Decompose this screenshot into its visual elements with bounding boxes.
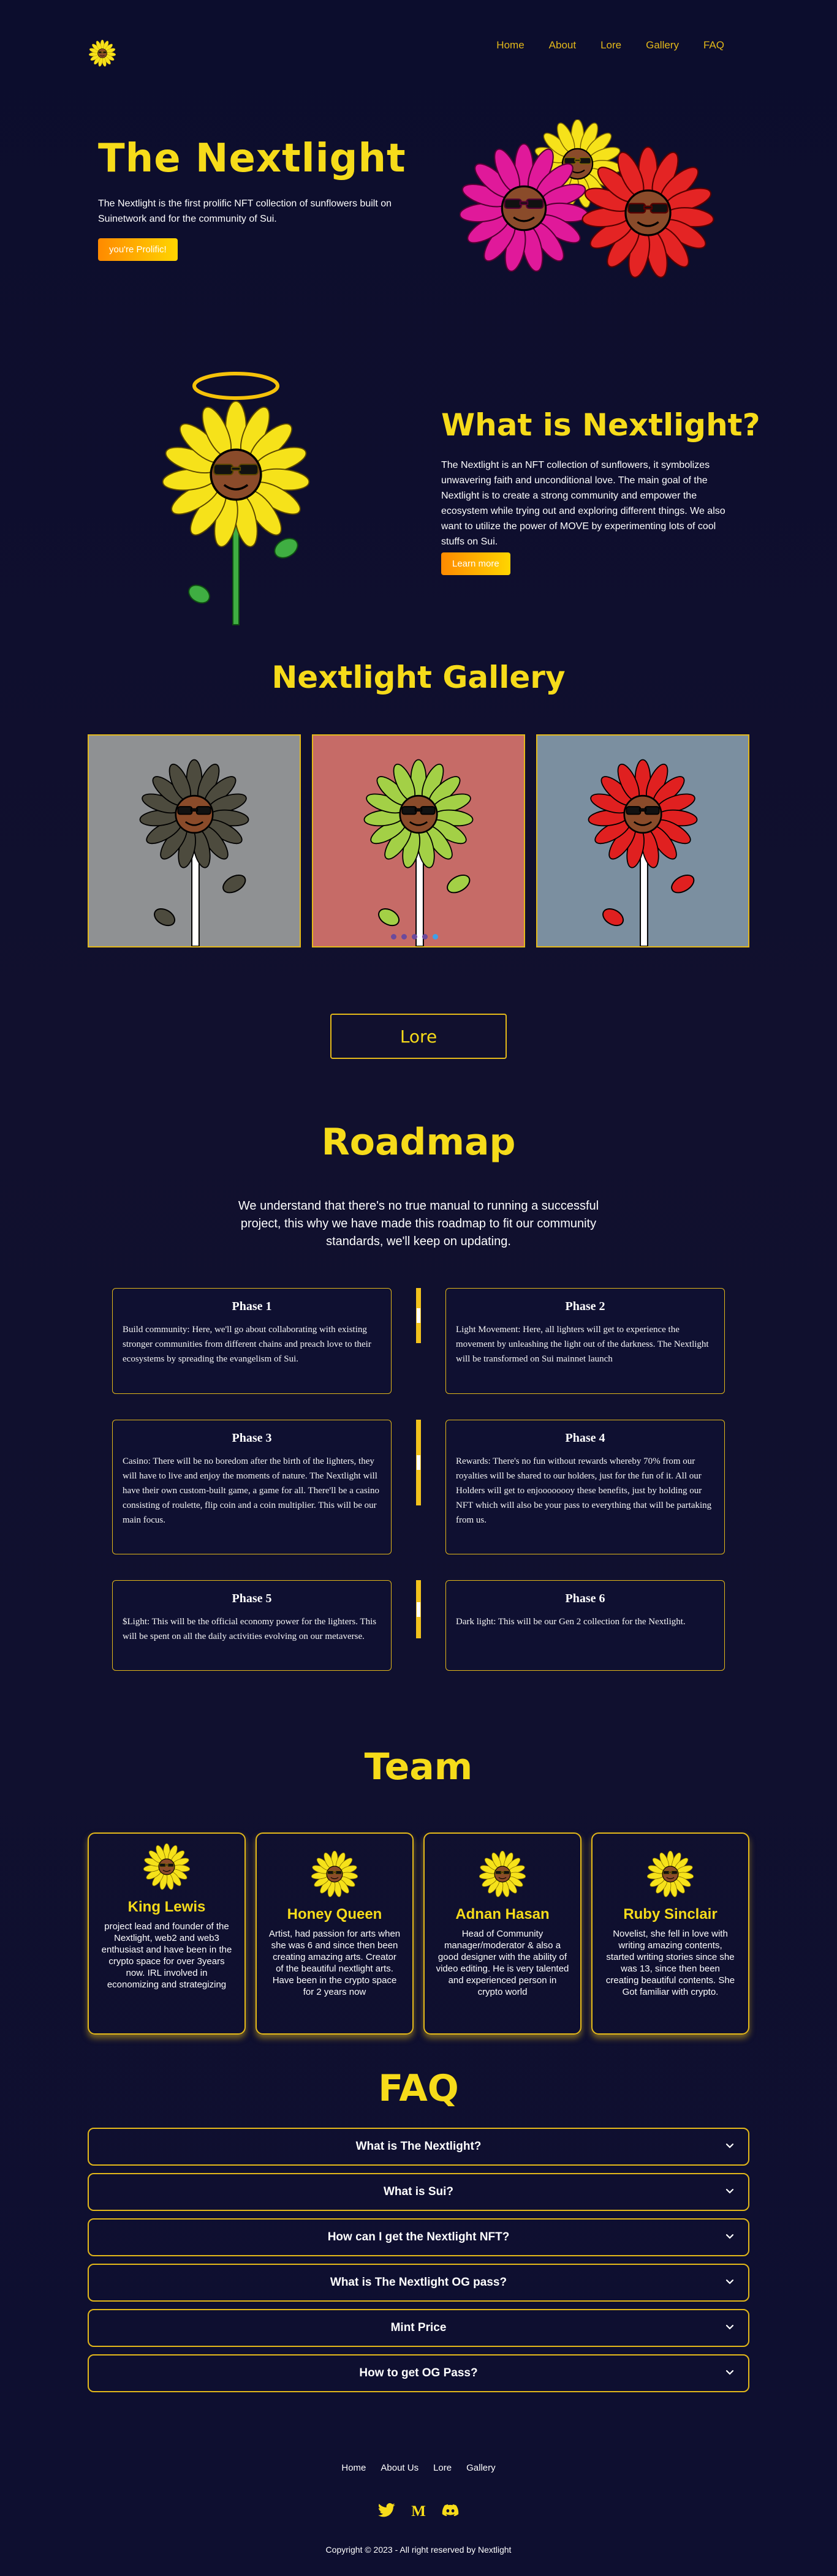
phase-card: Phase 4 Rewards: There's no fun without …	[445, 1420, 725, 1554]
lore-button[interactable]: Lore	[330, 1014, 507, 1059]
phase-card: Phase 2 Light Movement: Here, all lighte…	[445, 1288, 725, 1394]
faq-question: How to get OG Pass?	[359, 2367, 478, 2379]
hero-title: The Nextlight	[98, 136, 406, 181]
phase-card: Phase 5 $Light: This will be the officia…	[112, 1580, 392, 1671]
phase-card: Phase 6 Dark light: This will be our Gen…	[445, 1580, 725, 1671]
about-description: The Nextlight is an NFT collection of su…	[441, 460, 725, 547]
footer-link-lore[interactable]: Lore	[433, 2463, 452, 2473]
learn-more-button[interactable]: Learn more	[441, 552, 510, 575]
hero-description: The Nextlight is the first prolific NFT …	[98, 198, 392, 224]
avatar	[311, 1850, 358, 1898]
faq-item[interactable]: What is The Nextlight OG pass?	[88, 2264, 749, 2302]
pagination-dot[interactable]	[401, 934, 407, 940]
nav-link-lore[interactable]: Lore	[600, 39, 621, 51]
chevron-down-icon[interactable]	[724, 2276, 736, 2288]
phase-card: Phase 1 Build community: Here, we'll go …	[112, 1288, 392, 1394]
nav-link-about[interactable]: About	[549, 39, 576, 51]
avatar	[646, 1850, 694, 1898]
social-links: M	[0, 2501, 837, 2520]
gallery-sunflower-image	[362, 759, 475, 947]
roadmap-title: Roadmap	[321, 1121, 516, 1164]
discord-icon[interactable]	[441, 2501, 460, 2520]
gallery-sunflower-image	[586, 759, 699, 947]
main-nav: Home About Lore Gallery FAQ	[496, 39, 724, 51]
phase-title: Phase 4	[565, 1431, 605, 1445]
phase-title: Phase 2	[565, 1300, 605, 1313]
member-bio: Head of Community manager/moderator & al…	[436, 1929, 569, 1997]
phase-text: Build community: Here, we'll go about co…	[123, 1325, 371, 1364]
faq-question: Mint Price	[390, 2321, 447, 2334]
hero-sunflowers-image	[458, 118, 735, 285]
nav-link-gallery[interactable]: Gallery	[646, 39, 679, 51]
faq-item[interactable]: What is Sui?	[88, 2173, 749, 2211]
chevron-down-icon[interactable]	[724, 2367, 736, 2379]
gallery-pagination	[391, 934, 438, 940]
prolific-button[interactable]: you're Prolific!	[98, 238, 178, 261]
faq-question: What is The Nextlight OG pass?	[330, 2276, 507, 2289]
gallery-card[interactable]	[312, 734, 525, 947]
phase-title: Phase 5	[232, 1592, 272, 1605]
member-bio: Novelist, she fell in love with writing …	[605, 1929, 735, 1997]
phase-title: Phase 6	[565, 1592, 605, 1605]
chevron-down-icon[interactable]	[724, 2321, 736, 2333]
phase-title: Phase 1	[232, 1300, 272, 1313]
nav-link-faq[interactable]: FAQ	[703, 39, 724, 51]
faq-question: How can I get the Nextlight NFT?	[327, 2231, 510, 2243]
faq-item[interactable]: How to get OG Pass?	[88, 2354, 749, 2392]
team-member-card: Honey Queen Artist, had passion for arts…	[256, 1832, 414, 2035]
footer-link-home[interactable]: Home	[341, 2463, 366, 2473]
pagination-dot-active[interactable]	[433, 934, 438, 940]
faq-title: FAQ	[378, 2067, 459, 2110]
pagination-dot[interactable]	[412, 934, 417, 940]
pagination-dot[interactable]	[391, 934, 396, 940]
member-name: Honey Queen	[287, 1906, 382, 1923]
faq-question: What is The Nextlight?	[355, 2140, 482, 2153]
phase-card: Phase 3 Casino: There will be no boredom…	[112, 1420, 392, 1554]
twitter-icon[interactable]	[377, 2501, 396, 2520]
chevron-down-icon[interactable]	[724, 2185, 736, 2198]
phase-text: Casino: There will be no boredom after t…	[123, 1456, 379, 1525]
haloed-sunflower-image	[156, 364, 316, 634]
roadmap-description: We understand that there's no true manua…	[238, 1199, 599, 1248]
faq-question: What is Sui?	[384, 2185, 453, 2198]
gallery-sunflower-image	[138, 759, 251, 947]
medium-icon[interactable]: M	[409, 2501, 428, 2520]
member-name: King Lewis	[127, 1899, 206, 1915]
avatar	[479, 1850, 526, 1898]
roadmap-connector	[416, 1288, 421, 1343]
phase-text: $Light: This will be the official econom…	[123, 1617, 377, 1641]
team-member-card: Adnan Hasan Head of Community manager/mo…	[423, 1832, 581, 2035]
nav-link-home[interactable]: Home	[496, 39, 524, 51]
pagination-dot[interactable]	[422, 934, 428, 940]
member-name: Ruby Sinclair	[623, 1906, 718, 1923]
gallery-title: Nextlight Gallery	[271, 660, 566, 695]
copyright-text: Copyright © 2023 - All right reserved by…	[325, 2545, 512, 2555]
chevron-down-icon[interactable]	[724, 2231, 736, 2243]
member-bio: project lead and founder of the Nextligh…	[101, 1921, 232, 1990]
gallery-card[interactable]	[88, 734, 301, 947]
svg-text:M: M	[411, 2503, 426, 2520]
gallery-card[interactable]	[536, 734, 749, 947]
faq-item[interactable]: How can I get the Nextlight NFT?	[88, 2218, 749, 2256]
phase-title: Phase 3	[232, 1431, 272, 1445]
faq-item[interactable]: What is The Nextlight?	[88, 2128, 749, 2166]
team-member-card: King Lewis project lead and founder of t…	[88, 1832, 246, 2035]
phase-text: Light Movement: Here, all lighters will …	[456, 1325, 709, 1364]
footer-link-gallery[interactable]: Gallery	[466, 2463, 496, 2473]
sunflower-logo-icon[interactable]	[88, 39, 116, 67]
roadmap-connector	[416, 1580, 421, 1638]
footer-link-about[interactable]: About Us	[381, 2463, 418, 2473]
team-title: Team	[364, 1746, 473, 1788]
about-title: What is Nextlight?	[441, 407, 760, 443]
faq-item[interactable]: Mint Price	[88, 2309, 749, 2347]
avatar	[143, 1843, 191, 1891]
chevron-down-icon[interactable]	[724, 2140, 736, 2152]
team-member-card: Ruby Sinclair Novelist, she fell in love…	[591, 1832, 749, 2035]
member-bio: Artist, had passion for arts when she wa…	[268, 1929, 401, 1997]
roadmap-connector	[416, 1420, 421, 1505]
phase-text: Rewards: There's no fun without rewards …	[456, 1456, 712, 1525]
phase-text: Dark light: This will be our Gen 2 colle…	[456, 1617, 686, 1627]
footer-nav: Home About Us Lore Gallery	[0, 2463, 837, 2473]
member-name: Adnan Hasan	[455, 1906, 550, 1923]
